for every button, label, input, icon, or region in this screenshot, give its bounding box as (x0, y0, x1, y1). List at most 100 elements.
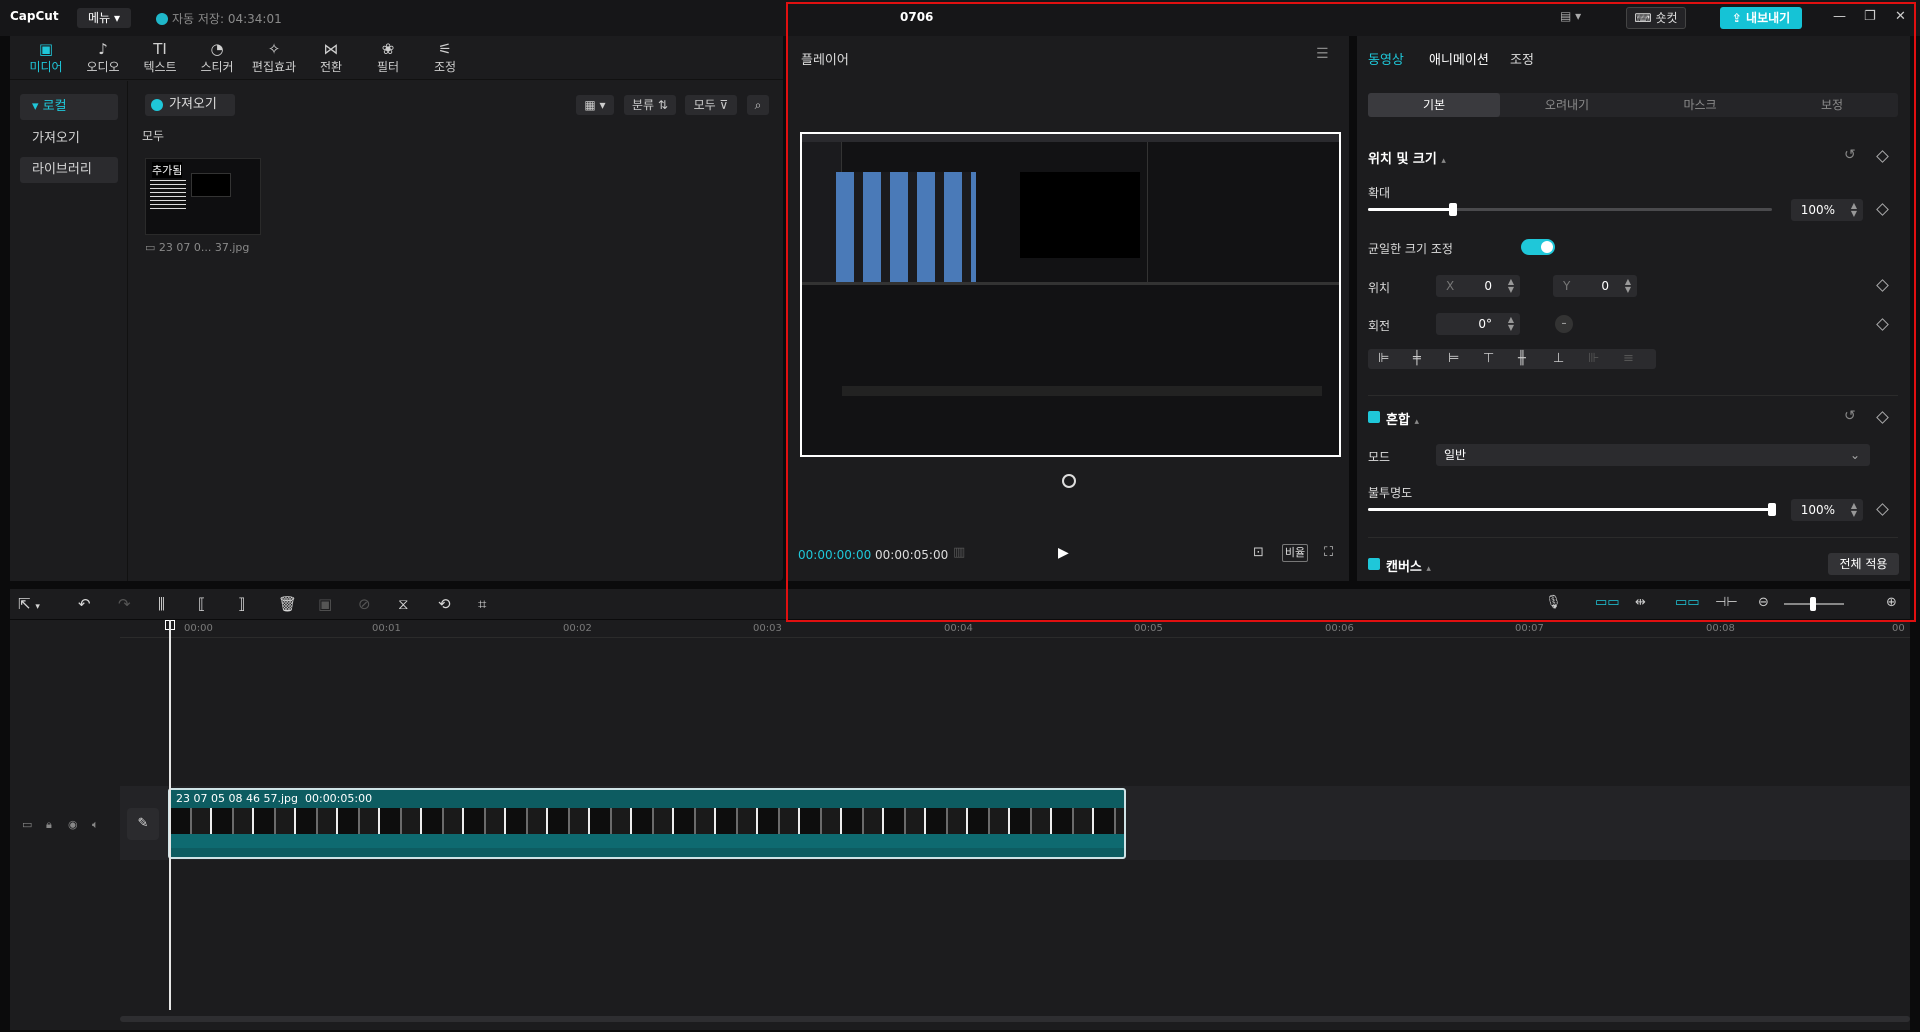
blend-title[interactable]: 혼합 ▴ (1386, 409, 1419, 428)
align-right-icon[interactable]: ⊨ (1448, 351, 1459, 366)
clip-duration: 00:00:05:00 (304, 792, 373, 805)
restore-icon[interactable]: ❐ (1864, 9, 1876, 24)
stepper-icon[interactable]: ▲ ▼ (1508, 278, 1514, 294)
tool-adjust[interactable]: ⚟ 조정 (417, 40, 473, 75)
minimize-icon[interactable]: — (1833, 9, 1846, 24)
zoom-slider-knob[interactable] (1810, 597, 1816, 611)
align-left-icon[interactable]: ⊫ (1378, 351, 1389, 366)
scale-slider-knob[interactable] (1448, 203, 1457, 216)
play-button[interactable]: ▶ (1058, 545, 1069, 561)
rotation-input[interactable]: 0° ▲ ▼ (1436, 313, 1520, 335)
opacity-slider-knob[interactable] (1768, 503, 1776, 516)
microphone-icon[interactable]: 🎙 (1545, 595, 1562, 610)
position-y-input[interactable]: Y 0 ▲ ▼ (1553, 275, 1637, 297)
video-clip[interactable]: 23 07 05 08 46 57.jpg 00:00:05:00 (168, 788, 1126, 859)
undo-icon[interactable]: ↶ (78, 595, 91, 613)
sidenav-local[interactable]: ▾ 로컬 (20, 94, 118, 120)
player-menu-icon[interactable]: ☰ (1316, 46, 1329, 62)
search-icon[interactable]: ⌕ (747, 95, 769, 115)
stepper-icon[interactable]: ▲ ▼ (1625, 278, 1631, 294)
tool-text[interactable]: TI 텍스트 (132, 40, 188, 75)
view-toggle-icon[interactable]: ▦ ▾ (576, 95, 614, 115)
rotate-icon[interactable]: ⟲ (438, 595, 451, 613)
auto-snap-icon[interactable]: ⇹ (1635, 595, 1646, 610)
video-preview[interactable] (800, 132, 1341, 457)
rotate-handle-icon[interactable] (1062, 474, 1076, 488)
position-size-title[interactable]: 위치 및 크기 ▴ (1368, 148, 1446, 167)
stepper-icon[interactable]: ▲ ▼ (1851, 202, 1857, 218)
zoom-out-icon[interactable]: ⊖ (1758, 595, 1769, 610)
rotation-dial-icon[interactable]: – (1555, 315, 1573, 333)
apply-all-button[interactable]: 전체 적용 (1828, 553, 1899, 575)
tool-label: 조정 (433, 60, 457, 74)
canvas-title[interactable]: 캔버스 ▴ (1386, 556, 1431, 575)
timecode-current: 00:00:00:00 (798, 548, 872, 562)
opacity-input[interactable]: 100% ▲ ▼ (1791, 499, 1863, 521)
scale-slider[interactable] (1368, 203, 1772, 216)
lock-icon[interactable]: 🔒︎ (46, 818, 52, 832)
delete-icon[interactable]: 🗑 (278, 595, 297, 613)
timeline-scrollbar[interactable] (120, 1016, 1910, 1022)
tool-effects[interactable]: ✧ 편집효과 (246, 40, 302, 75)
layout-icon[interactable]: ▤ ▾ (1560, 9, 1581, 23)
timeline-zoom-slider[interactable] (1784, 597, 1844, 611)
tool-media[interactable]: ▣ 미디어 (18, 40, 74, 75)
linkage-icon[interactable]: ▭▭ (1675, 595, 1700, 610)
filter-button[interactable]: 모두 ⊽ (685, 95, 737, 115)
time-ruler[interactable]: 00:00 00:01 00:02 00:03 00:04 00:05 00:0… (120, 620, 1910, 638)
export-button[interactable]: ⇪ 내보내기 (1720, 7, 1802, 29)
tool-sticker[interactable]: ◔ 스티커 (189, 40, 245, 75)
tool-audio[interactable]: ♪ 오디오 (75, 40, 131, 75)
shortcut-label: 숏컷 (1655, 11, 1678, 25)
media-thumbnail[interactable]: 추가됨 (145, 158, 261, 235)
split-right-icon[interactable]: ⟧ (238, 595, 245, 613)
position-x-input[interactable]: X 0 ▲ ▼ (1436, 275, 1520, 297)
reset-icon[interactable]: ↺ (1844, 147, 1856, 163)
tool-transition[interactable]: ⋈ 전환 (303, 40, 359, 75)
close-icon[interactable]: ✕ (1895, 9, 1906, 24)
ratio-button[interactable]: 비율 (1282, 544, 1308, 562)
audio-mute-icon[interactable]: 🔈︎ (92, 818, 99, 832)
tab-video[interactable]: 동영상 (1368, 49, 1404, 68)
opacity-slider[interactable] (1368, 503, 1776, 516)
subtab-correction[interactable]: 보정 (1766, 93, 1898, 117)
select-tool-icon[interactable]: ⇱ ▾ (18, 595, 40, 613)
split-icon[interactable]: ⫼ (158, 595, 165, 613)
align-bottom-icon[interactable]: ⊥ (1553, 351, 1564, 366)
playhead[interactable] (169, 620, 171, 1010)
stepper-icon[interactable]: ▲ ▼ (1851, 502, 1857, 518)
menu-button[interactable]: 메뉴 ▾ (77, 8, 131, 28)
subtab-basic[interactable]: 기본 (1368, 93, 1500, 117)
blend-mode-select[interactable]: 일반 ⌄ (1436, 444, 1870, 466)
sidenav-library[interactable]: 라이브러리 (20, 157, 118, 183)
subtab-mask[interactable]: 마스크 (1634, 93, 1766, 117)
uniform-scale-toggle[interactable] (1521, 239, 1555, 255)
scale-input[interactable]: 100% ▲ ▼ (1791, 199, 1863, 221)
tab-adjust[interactable]: 조정 (1510, 49, 1534, 68)
sort-button[interactable]: 분류 ⇅ (624, 95, 676, 115)
canvas-checkbox[interactable] (1368, 558, 1380, 570)
tab-animation[interactable]: 애니메이션 (1429, 49, 1489, 68)
preview-axis-icon[interactable]: ⊣⊢ (1715, 595, 1738, 610)
eye-icon[interactable]: ◉ (68, 818, 78, 831)
shortcut-button[interactable]: ⌨ 숏컷 (1626, 7, 1686, 29)
align-top-icon[interactable]: ⊤ (1483, 351, 1494, 366)
mirror-icon[interactable]: ⧖ (398, 595, 409, 613)
crop-icon[interactable]: ⌗ (478, 595, 486, 613)
main-track-magnet-icon[interactable]: ▭▭ (1595, 595, 1620, 610)
subtab-cutout[interactable]: 오려내기 (1501, 93, 1633, 117)
sidenav-import[interactable]: 가져오기 (20, 126, 118, 152)
zoom-in-icon[interactable]: ⊕ (1886, 595, 1897, 610)
reset-icon[interactable]: ↺ (1844, 408, 1856, 424)
import-button[interactable]: 가져오기 (145, 94, 235, 116)
align-center-h-icon[interactable]: ╪ (1413, 351, 1421, 366)
stepper-icon[interactable]: ▲ ▼ (1508, 316, 1514, 332)
blend-checkbox[interactable] (1368, 411, 1380, 423)
split-left-icon[interactable]: ⟦ (198, 595, 205, 613)
cover-icon[interactable]: ▭ (22, 818, 32, 831)
zoom-fit-icon[interactable]: ⊡ (1253, 545, 1264, 560)
fullscreen-icon[interactable]: ⛶ (1324, 545, 1333, 560)
align-center-v-icon[interactable]: ╫ (1518, 351, 1526, 366)
tool-filter[interactable]: ❀ 필터 (360, 40, 416, 75)
edit-cover-icon[interactable]: ✎ (127, 808, 159, 840)
